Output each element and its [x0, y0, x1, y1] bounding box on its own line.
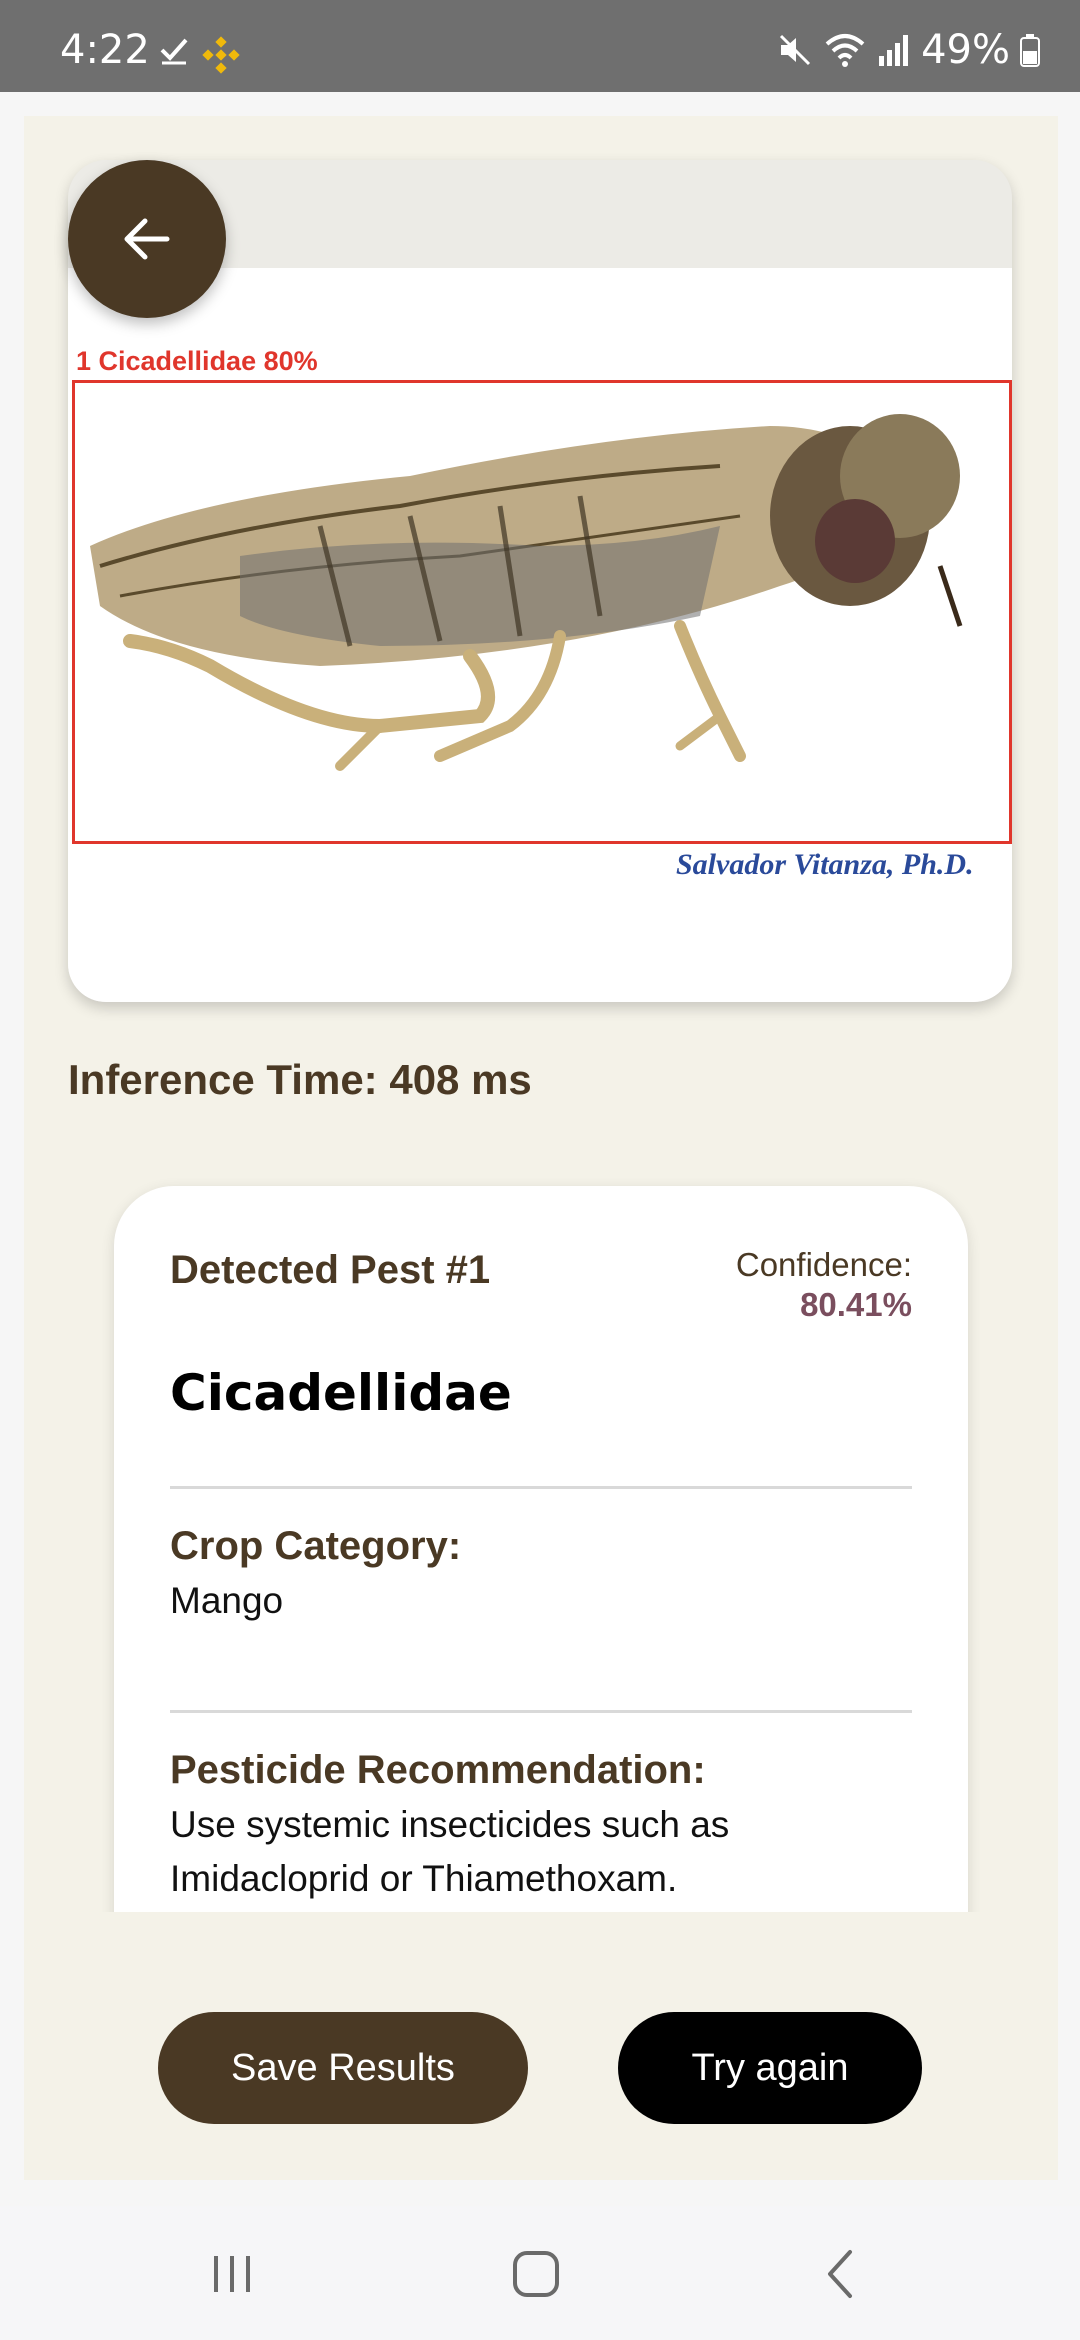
pest-name: Cicadellidae [170, 1364, 512, 1422]
try-again-button[interactable]: Try again [618, 2012, 922, 2124]
battery-percentage: 49% [921, 27, 1010, 73]
divider [170, 1486, 912, 1489]
mute-icon [780, 34, 811, 66]
recent-apps-button[interactable] [200, 2242, 264, 2306]
status-bar: 4:22 49% [0, 0, 1080, 92]
crop-category-label: Crop Category: [170, 1524, 462, 1568]
status-time: 4:22 [60, 27, 150, 73]
image-credit: Salvador Vitanza, Ph.D. [676, 848, 974, 881]
home-icon [513, 2251, 559, 2297]
wifi-icon [825, 34, 865, 67]
binance-icon [202, 36, 240, 74]
confidence-value: 80.41% [800, 1286, 912, 1323]
results-scroll-area[interactable]: Detected Pest #1 Confidence: 80.41% Cica… [90, 1170, 1010, 1912]
battery-icon [1020, 34, 1040, 67]
back-button[interactable] [68, 160, 226, 318]
crop-category-value: Mango [170, 1580, 284, 1621]
recent-apps-icon [214, 2256, 250, 2292]
confidence-label: Confidence: [735, 1246, 912, 1283]
divider [170, 1710, 912, 1713]
chevron-left-icon [828, 2250, 852, 2298]
back-nav-button[interactable] [808, 2242, 872, 2306]
detected-pest-title: Detected Pest #1 [170, 1248, 491, 1292]
save-results-button[interactable]: Save Results [158, 2012, 528, 2124]
arrow-left-icon [124, 218, 170, 260]
status-right-group: 49% [777, 30, 1040, 70]
inference-time: Inference Time: 408 ms [68, 1056, 532, 1103]
pesticide-recommendation-value: Use systemic insecticides such as Imidac… [170, 1804, 730, 1899]
check-icon [160, 38, 188, 65]
detection-bounding-box [72, 380, 1012, 844]
navigation-bar [0, 2206, 1080, 2340]
signal-icon [879, 35, 909, 66]
results-card: Detected Pest #1 Confidence: 80.41% Cica… [114, 1186, 968, 1912]
pesticide-recommendation-label: Pesticide Recommendation: [170, 1748, 706, 1792]
home-button[interactable] [504, 2242, 568, 2306]
detection-label: 1 Cicadellidae 80% [76, 346, 318, 376]
